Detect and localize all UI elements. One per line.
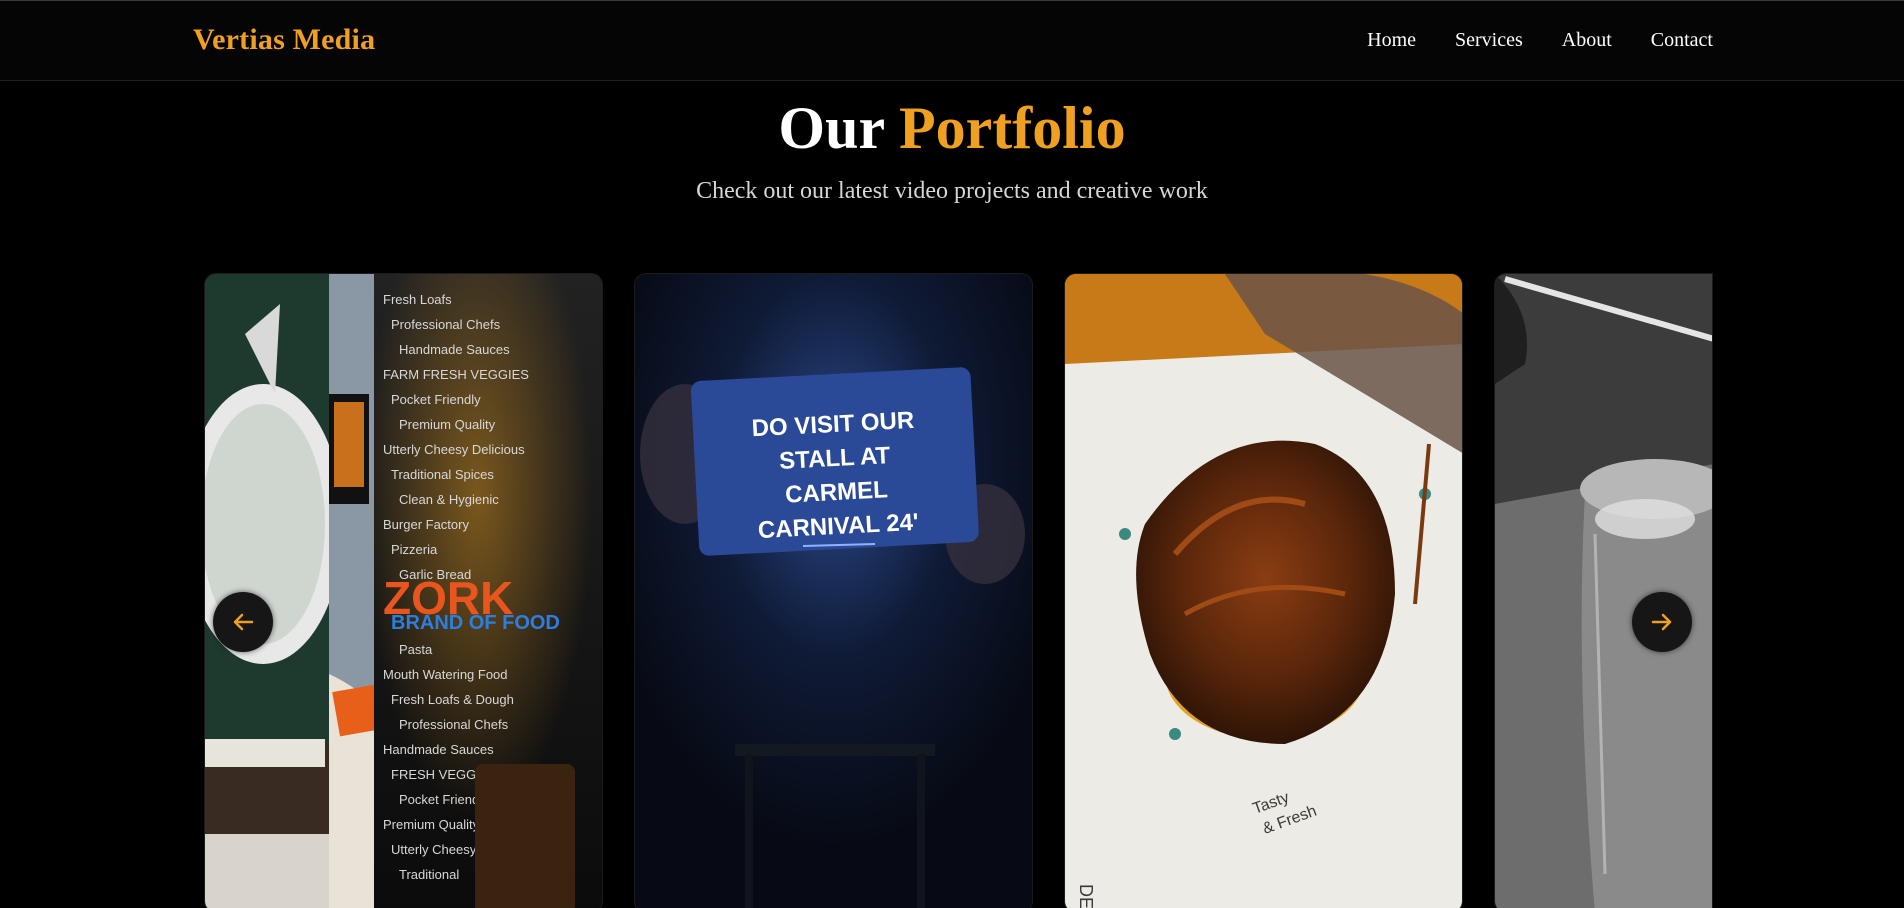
thumbnail-text: Fresh Loafs: [383, 292, 452, 307]
thumbnail-text: Handmade Sauces: [383, 742, 494, 757]
portfolio-title-plain: Our: [778, 95, 884, 161]
thumbnail-text: Utterly Cheesy: [391, 842, 477, 857]
thumbnail-text: Traditional Spices: [391, 467, 494, 482]
thumbnail-text: Utterly Cheesy Delicious: [383, 442, 525, 457]
portfolio-title-accent: Portfolio: [899, 95, 1126, 161]
thumbnail-text: Premium Quality: [383, 817, 480, 832]
portfolio-carousel: Fresh Loafs Professional Chefs Handmade Sa…: [204, 273, 1713, 908]
portfolio-subtitle: Check out our latest video projects and …: [696, 178, 1208, 204]
navbar: Vertias Media Home Services About Contac…: [0, 0, 1904, 81]
thumbnail-text: Pasta: [399, 642, 433, 657]
portfolio-card-drink[interactable]: [1494, 273, 1713, 908]
thumbnail-text: Fresh Loafs & Dough: [391, 692, 514, 707]
carousel-prev-button[interactable]: [213, 592, 273, 652]
thumbnail-text: Professional Chefs: [399, 717, 509, 732]
thumbnail-text: Pizzeria: [391, 542, 438, 557]
carnival-video-thumbnail: DO VISIT OURSTALL ATCARMELCARNIVAL 24': [635, 274, 1032, 908]
nav-link-services[interactable]: Services: [1455, 29, 1523, 52]
brand-logo[interactable]: Vertias Media: [193, 23, 375, 57]
portfolio-card-food[interactable]: Tasty & Fresh DELI: [1064, 273, 1463, 908]
portfolio-title: Our Portfolio: [0, 92, 1904, 164]
thumbnail-text: FARM FRESH VEGGIES: [383, 367, 529, 382]
thumbnail-text: Burger Factory: [383, 517, 469, 532]
thumbnail-text: Traditional: [399, 867, 459, 882]
restaurant-video-thumbnail: Fresh Loafs Professional Chefs Handmade Sa…: [205, 274, 602, 908]
arrow-left-icon: [233, 613, 254, 631]
nav-link-about[interactable]: About: [1562, 29, 1612, 52]
thumbnail-text: BRAND OF FOOD: [391, 612, 560, 634]
portfolio-card-restaurant[interactable]: Fresh Loafs Professional Chefs Handmade Sa…: [204, 273, 603, 908]
arrow-right-icon: [1651, 613, 1672, 631]
nav-link-home[interactable]: Home: [1367, 29, 1416, 52]
nav-link-contact[interactable]: Contact: [1651, 29, 1713, 52]
thumbnail-text: DELI: [1076, 884, 1096, 908]
carousel-next-button[interactable]: [1632, 592, 1692, 652]
thumbnail-text: Handmade Sauces: [399, 342, 510, 357]
nav-links: Home Services About Contact: [1328, 29, 1713, 52]
thumbnail-text: CARMEL: [785, 476, 889, 508]
thumbnail-text: Premium Quality: [399, 417, 496, 432]
thumbnail-text: Mouth Watering Food: [383, 667, 508, 682]
thumbnail-text: Pocket Friendly: [391, 392, 481, 407]
thumbnail-text: Professional Chefs: [391, 317, 501, 332]
food-video-thumbnail: Tasty& FreshDELI: [1065, 274, 1462, 908]
thumbnail-text: Clean & Hygienic: [399, 492, 499, 507]
portfolio-card-carnival[interactable]: DO VISIT OUR STALL AT CARMEL CARNIVAL 24': [634, 273, 1033, 908]
drink-video-thumbnail: [1495, 274, 1712, 908]
